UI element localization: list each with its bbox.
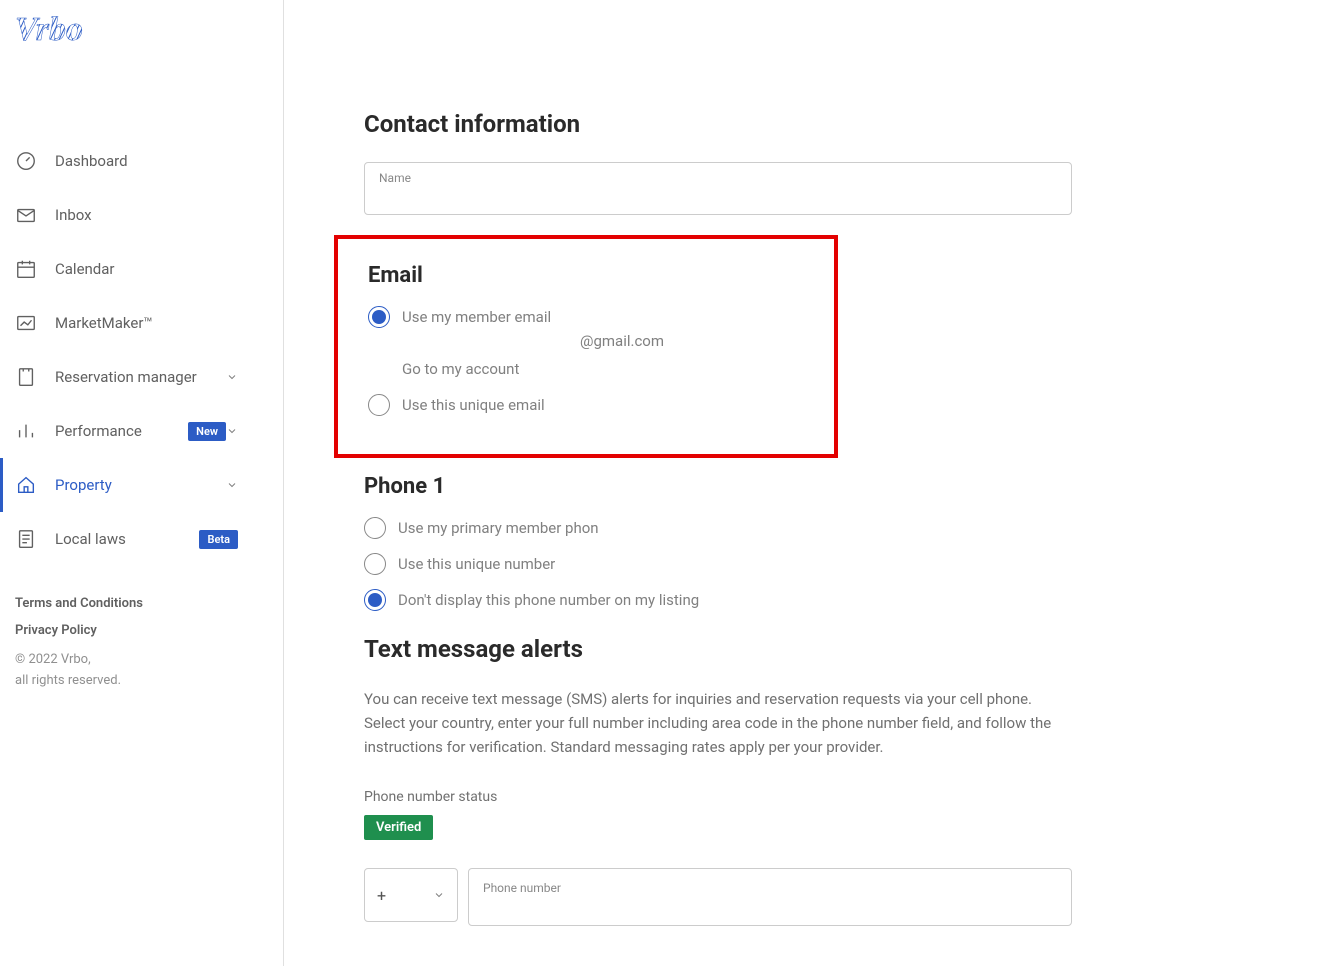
radio-label: Use this unique email xyxy=(402,396,545,414)
privacy-link[interactable]: Privacy Policy xyxy=(15,623,268,638)
email-unique-radio[interactable]: Use this unique email xyxy=(368,394,804,416)
email-member-radio[interactable]: Use my member email xyxy=(368,306,804,328)
phone-primary-radio[interactable]: Use my primary member phon xyxy=(364,517,1243,539)
radio-label: Use my primary member phon xyxy=(398,519,599,537)
sidebar-item-performance[interactable]: Performance New xyxy=(0,404,283,458)
sidebar-item-label: Calendar xyxy=(55,260,268,278)
sidebar-item-calendar[interactable]: Calendar xyxy=(0,242,283,296)
sidebar-item-local-laws[interactable]: Local laws Beta xyxy=(0,512,283,566)
reservation-icon xyxy=(15,366,37,388)
property-icon xyxy=(15,474,37,496)
name-label: Name xyxy=(379,171,1057,185)
email-value: @gmail.com xyxy=(580,332,804,350)
phone-number-input-container[interactable]: Phone number xyxy=(468,868,1072,926)
chevron-down-icon xyxy=(226,425,238,437)
name-input-container[interactable]: Name xyxy=(364,162,1072,215)
sidebar-item-inbox[interactable]: Inbox xyxy=(0,188,283,242)
logo[interactable]: Vrbo xyxy=(0,5,283,74)
email-highlight-box: Email Use my member email @gmail.com Go … xyxy=(334,235,838,458)
performance-icon xyxy=(15,420,37,442)
phone-radio-group: Use my primary member phon Use this uniq… xyxy=(364,517,1243,611)
chevron-down-icon xyxy=(433,886,445,905)
chevron-down-icon xyxy=(226,371,238,383)
sidebar-item-label: Reservation manager xyxy=(55,368,226,386)
name-input[interactable] xyxy=(379,185,1057,206)
radio-icon xyxy=(368,394,390,416)
contact-information-heading: Contact information xyxy=(364,110,1243,138)
text-alerts-description: You can receive text message (SMS) alert… xyxy=(364,687,1074,759)
phone-status-label: Phone number status xyxy=(364,789,1243,805)
radio-label: Don't display this phone number on my li… xyxy=(398,591,699,609)
phone-input-row: + Phone number xyxy=(364,868,1243,926)
phone-dont-display-radio[interactable]: Don't display this phone number on my li… xyxy=(364,589,1243,611)
sidebar-item-label: Performance xyxy=(55,422,180,440)
sidebar-item-marketmaker[interactable]: MarketMaker™ xyxy=(0,296,283,350)
calendar-icon xyxy=(15,258,37,280)
radio-icon xyxy=(364,589,386,611)
main-content: Contact information Name Email Use my me… xyxy=(284,0,1323,966)
email-heading: Email xyxy=(368,263,804,288)
footer-links: Terms and Conditions Privacy Policy © 20… xyxy=(0,596,283,692)
text-alerts-heading: Text message alerts xyxy=(364,635,1243,663)
sidebar-item-label: Property xyxy=(55,476,226,494)
inbox-icon xyxy=(15,204,37,226)
radio-icon xyxy=(368,306,390,328)
sidebar-item-label: Inbox xyxy=(55,206,268,224)
new-badge: New xyxy=(188,422,226,441)
beta-badge: Beta xyxy=(199,530,238,549)
document-icon xyxy=(15,528,37,550)
chart-icon xyxy=(15,312,37,334)
sidebar-item-dashboard[interactable]: Dashboard xyxy=(0,134,283,188)
radio-label: Use my member email xyxy=(402,308,551,326)
radio-icon xyxy=(364,553,386,575)
sidebar-item-property[interactable]: Property xyxy=(0,458,283,512)
phone-heading: Phone 1 xyxy=(364,474,1243,499)
go-to-account-link[interactable]: Go to my account xyxy=(402,360,804,378)
country-code-select[interactable]: + xyxy=(364,868,458,922)
sidebar: Vrbo Dashboard Inbox xyxy=(0,0,284,966)
country-prefix: + xyxy=(377,886,386,905)
verified-badge: Verified xyxy=(364,815,433,840)
copyright: © 2022 Vrbo, all rights reserved. xyxy=(15,650,268,692)
sidebar-item-label: MarketMaker™ xyxy=(55,314,268,332)
email-radio-group: Use my member email @gmail.com Go to my … xyxy=(368,306,804,416)
svg-text:Vrbo: Vrbo xyxy=(15,11,83,48)
sidebar-item-label: Local laws xyxy=(55,530,199,548)
dashboard-icon xyxy=(15,150,37,172)
sidebar-item-label: Dashboard xyxy=(55,152,268,170)
phone-number-input[interactable] xyxy=(483,896,1057,917)
radio-icon xyxy=(364,517,386,539)
chevron-down-icon xyxy=(226,479,238,491)
phone-unique-radio[interactable]: Use this unique number xyxy=(364,553,1243,575)
sidebar-item-reservation-manager[interactable]: Reservation manager xyxy=(0,350,283,404)
phone-number-label: Phone number xyxy=(483,881,561,895)
radio-label: Use this unique number xyxy=(398,555,555,573)
phone-section: Phone 1 Use my primary member phon Use t… xyxy=(364,474,1243,611)
terms-link[interactable]: Terms and Conditions xyxy=(15,596,268,611)
nav-items: Dashboard Inbox Calendar MarketMaker™ xyxy=(0,134,283,566)
